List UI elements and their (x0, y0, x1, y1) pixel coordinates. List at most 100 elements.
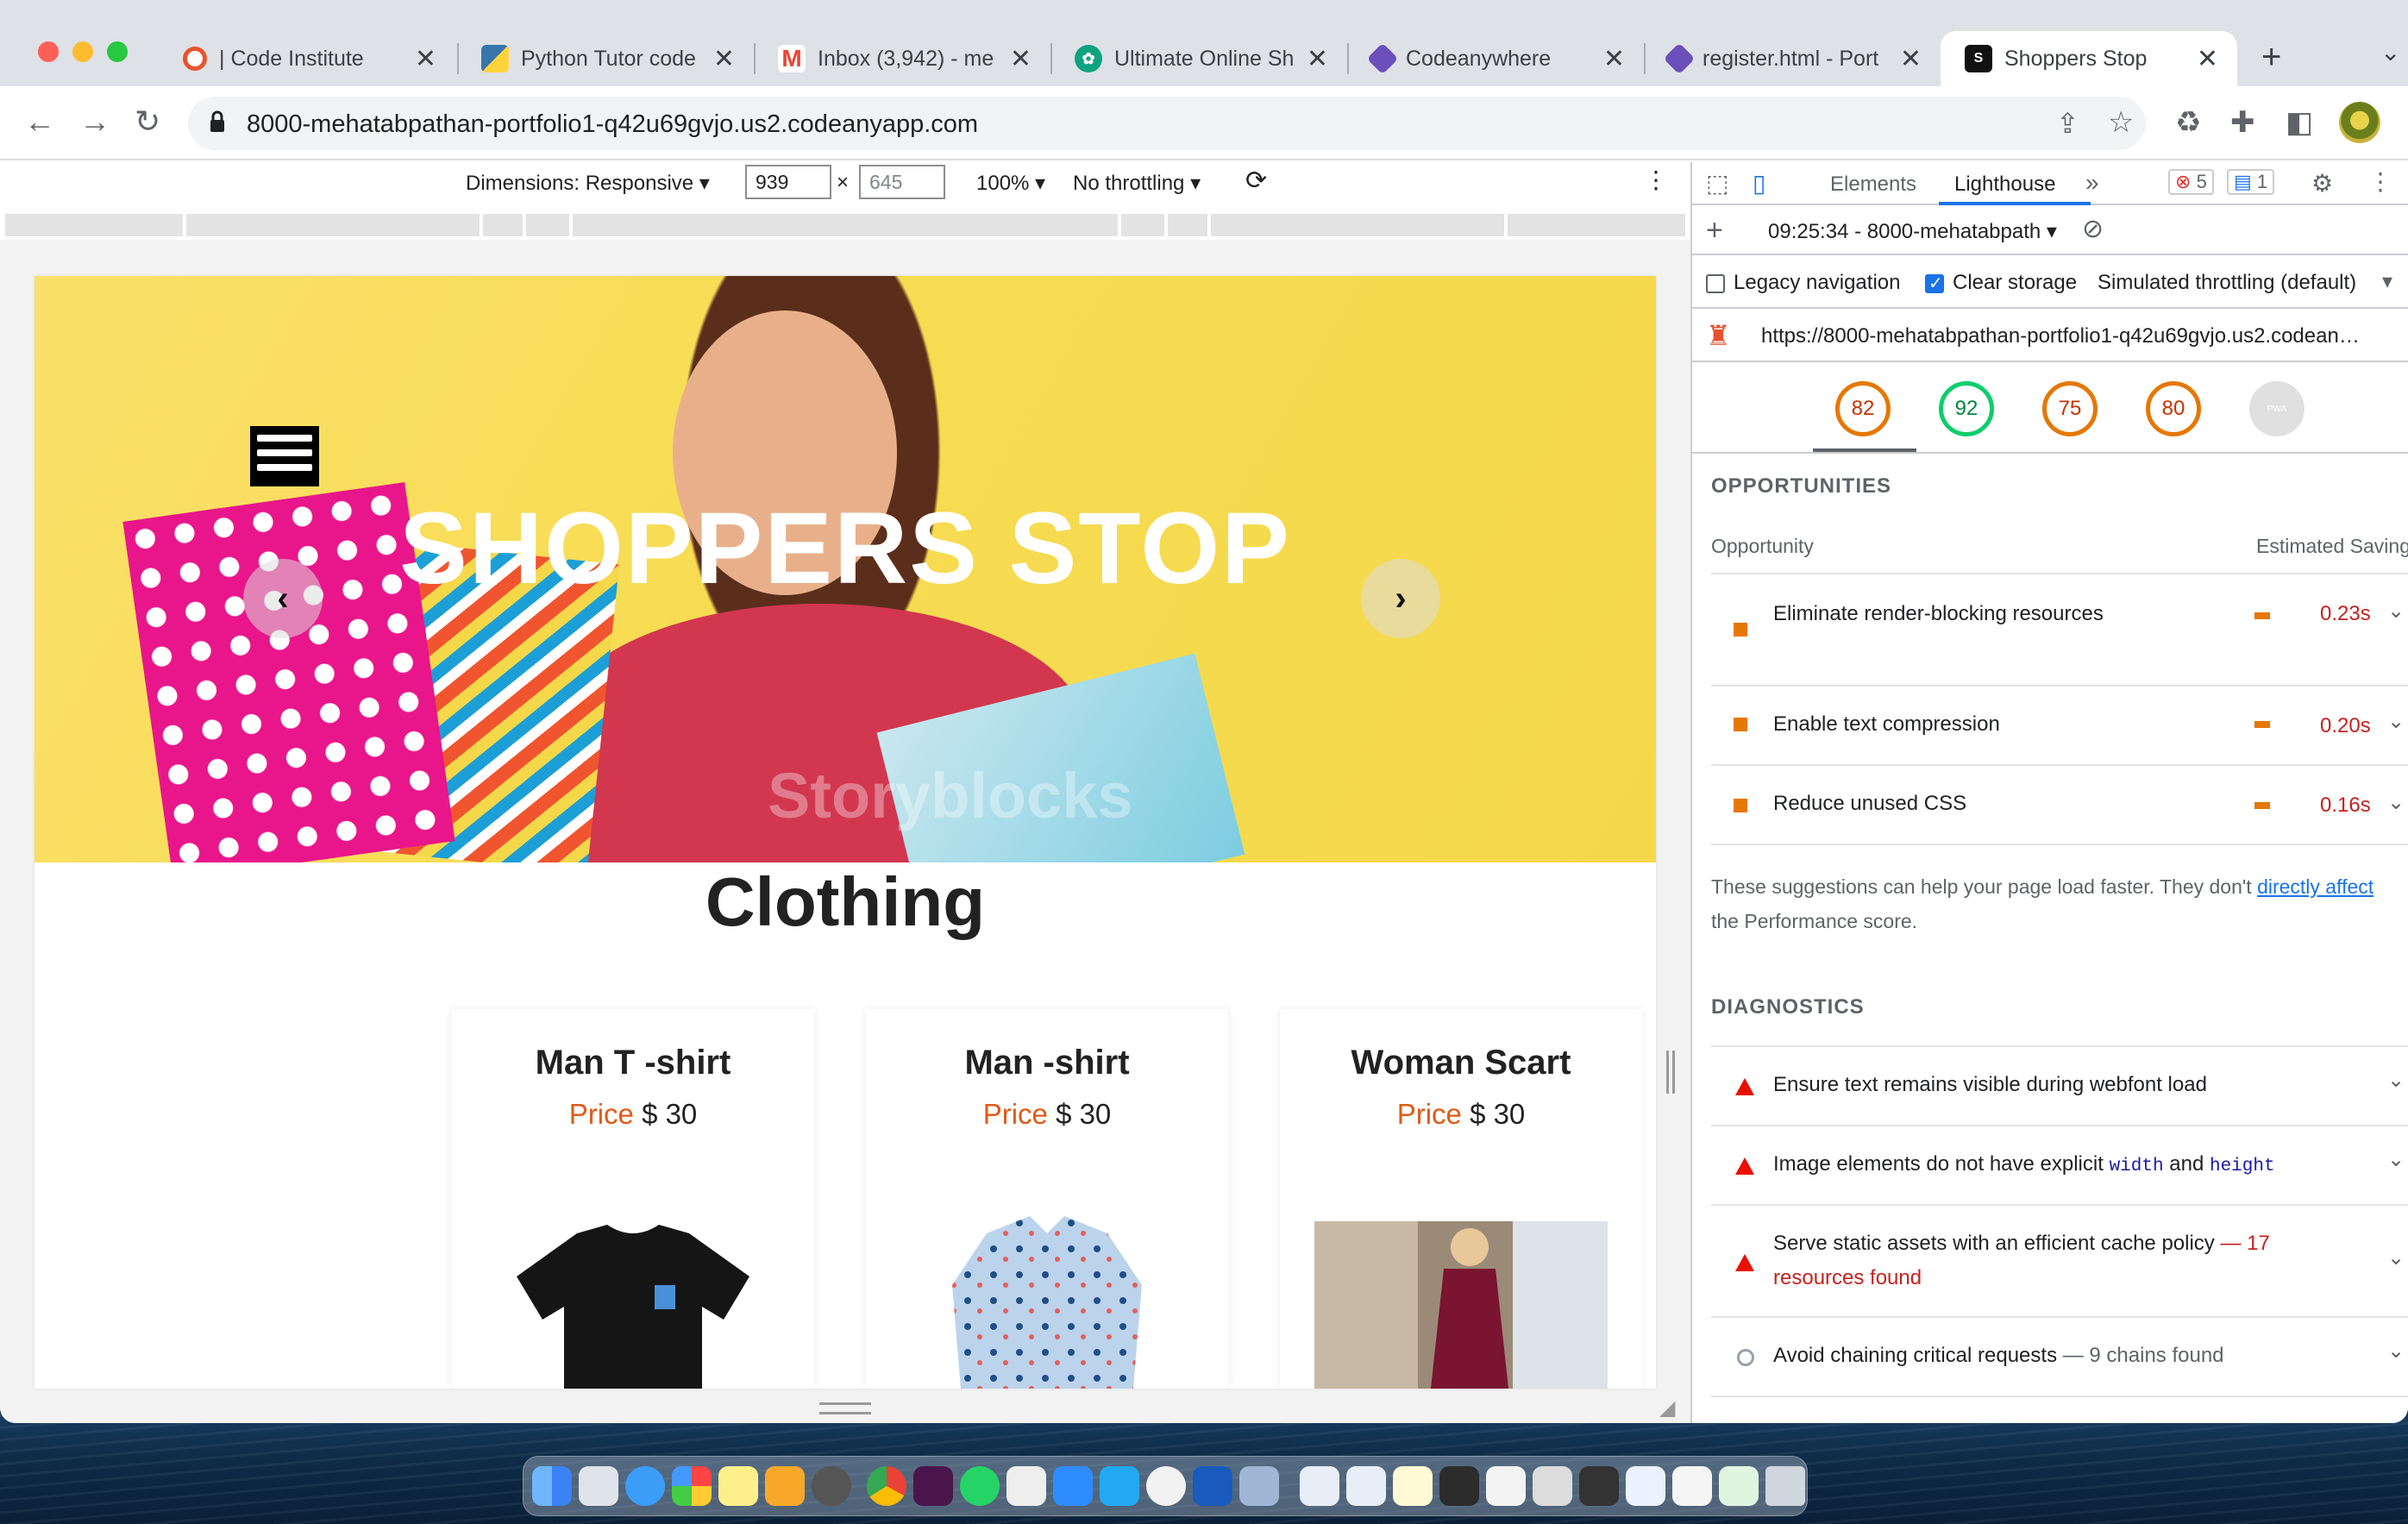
close-tab-icon[interactable]: ✕ (2197, 44, 2218, 74)
clear-storage-option[interactable]: Clear storage (1925, 271, 2077, 295)
directly-affect-link[interactable]: directly affect (2257, 875, 2374, 898)
forward-icon[interactable]: → (79, 103, 110, 140)
width-input[interactable]: 939 (745, 165, 831, 199)
document-thumbnail[interactable] (1439, 1466, 1479, 1506)
expand-chevron-icon[interactable]: ⌄ (2387, 790, 2405, 815)
launchpad-icon[interactable] (579, 1466, 618, 1506)
whatsapp-icon[interactable] (960, 1466, 1000, 1506)
close-tab-icon[interactable]: ✕ (1603, 44, 1625, 74)
resize-handle-right[interactable] (1666, 1050, 1675, 1094)
tab-register-html[interactable]: register.html - Port ✕ (1644, 31, 1941, 86)
product-card[interactable]: Woman Scart Price $ 30 (1280, 1009, 1642, 1389)
tab-lighthouse[interactable]: Lighthouse (1954, 172, 2055, 197)
expand-chevron-icon[interactable]: ⌄ (2387, 709, 2405, 734)
bookmark-star-icon[interactable]: ☆ (2108, 105, 2134, 140)
expand-chevron-icon[interactable]: ⌄ (2387, 1147, 2405, 1172)
document-thumbnail[interactable] (1300, 1466, 1339, 1506)
best-practices-gauge[interactable]: 75 (2042, 381, 2098, 436)
resize-handle-bottom[interactable] (819, 1402, 871, 1414)
finder-icon[interactable] (532, 1466, 572, 1506)
document-thumbnail[interactable] (1486, 1466, 1526, 1506)
tab-codeanywhere[interactable]: Codeanywhere ✕ (1347, 31, 1644, 86)
photos-icon[interactable] (672, 1466, 712, 1506)
notes-icon[interactable] (718, 1466, 758, 1506)
system-settings-icon[interactable] (812, 1466, 851, 1506)
tab-elements[interactable]: Elements (1830, 172, 1916, 197)
media-query-bar[interactable] (0, 209, 1690, 238)
document-thumbnail[interactable] (1626, 1466, 1665, 1506)
expand-chevron-icon[interactable]: ⌄ (2387, 1068, 2405, 1093)
expand-chevron-icon[interactable]: ⌄ (2387, 1339, 2405, 1364)
inspect-element-icon[interactable]: ⬚ (1706, 169, 1728, 198)
settings-gear-icon[interactable]: ⚙ (2311, 169, 2333, 198)
performance-gauge[interactable]: 82 (1835, 381, 1891, 436)
hamburger-menu-icon[interactable] (250, 426, 319, 486)
diagnostic-row[interactable]: Image elements do not have explicit widt… (1711, 1125, 2408, 1204)
tab-inbox[interactable]: M Inbox (3,942) - me ✕ (754, 31, 1050, 86)
trash-icon[interactable] (1765, 1466, 1805, 1506)
document-thumbnail[interactable] (1346, 1466, 1386, 1506)
expand-chevron-icon[interactable]: ⌄ (2387, 599, 2405, 624)
more-tabs-icon[interactable]: » (2085, 169, 2099, 197)
share-icon[interactable]: ⇪ (2056, 107, 2079, 140)
vscode-icon[interactable] (1100, 1466, 1139, 1506)
throttling-dropdown[interactable]: No throttling ▾ (1073, 171, 1201, 196)
word-icon[interactable] (1193, 1466, 1232, 1506)
chrome-icon[interactable] (867, 1466, 906, 1506)
error-badge[interactable]: ⊗ 5 (2168, 169, 2214, 195)
carousel-prev-button[interactable]: ‹ (243, 559, 323, 638)
document-thumbnail[interactable] (1719, 1466, 1759, 1506)
clear-storage-checkbox[interactable] (1925, 273, 1944, 294)
diagnostic-row[interactable]: Avoid chaining critical requests — 9 cha… (1711, 1316, 2408, 1397)
info-badge[interactable]: ▤ 1 (2227, 169, 2275, 195)
recycle-extension-icon[interactable]: ♻ (2175, 105, 2201, 140)
reload-icon[interactable]: ↻ (135, 103, 160, 140)
document-thumbnail[interactable] (1672, 1466, 1712, 1506)
close-tab-icon[interactable]: ✕ (1010, 44, 1032, 74)
diagnostic-row[interactable]: Ensure text remains visible during webfo… (1711, 1045, 2408, 1125)
new-report-icon[interactable]: + (1706, 214, 1723, 248)
carousel-next-button[interactable]: › (1361, 559, 1440, 638)
document-thumbnail[interactable] (1579, 1466, 1619, 1506)
dimensions-dropdown[interactable]: Dimensions: Responsive ▾ (466, 171, 710, 196)
product-card[interactable]: Man -shirt Price $ 30 (866, 1009, 1228, 1389)
devtools-menu-icon[interactable]: ⋮ (2368, 167, 2392, 196)
opportunity-row[interactable]: Reduce unused CSS 0.16s ⌄ (1711, 764, 2408, 845)
close-tab-icon[interactable]: ✕ (1307, 44, 1328, 74)
close-tab-icon[interactable]: ✕ (713, 44, 735, 74)
accessibility-gauge[interactable]: 92 (1939, 381, 1994, 436)
opportunity-row[interactable]: Eliminate render-blocking resources 0.23… (1711, 573, 2408, 685)
tab-python-tutor[interactable]: Python Tutor code ✕ (457, 31, 754, 86)
tab-shoppers-stop[interactable]: S Shoppers Stop ✕ (1941, 31, 2237, 86)
preview-icon[interactable] (1006, 1466, 1046, 1506)
tab-ultimate-online[interactable]: ✿ Ultimate Online Sh ✕ (1050, 31, 1347, 86)
report-url[interactable]: https://8000-mehatabpathan-portfolio1-q4… (1761, 324, 2360, 348)
back-icon[interactable]: ← (24, 103, 55, 140)
diagnostic-row[interactable]: Serve static assets with an efficient ca… (1711, 1204, 2408, 1316)
zoom-window-button[interactable] (107, 41, 128, 62)
legacy-navigation-option[interactable]: Legacy navigation (1706, 271, 1900, 295)
height-input[interactable]: 645 (859, 165, 945, 199)
settings-dropdown-icon[interactable]: ▾ (2382, 269, 2392, 294)
seo-gauge[interactable]: 80 (2146, 381, 2201, 436)
expand-chevron-icon[interactable]: ⌄ (2387, 1245, 2405, 1270)
rotate-icon[interactable]: ⟳ (1245, 166, 1267, 196)
zoom-icon[interactable] (1053, 1466, 1093, 1506)
close-window-button[interactable] (38, 41, 59, 62)
pages-icon[interactable] (765, 1466, 805, 1506)
product-card[interactable]: Man T -shirt Price $ 30 (452, 1009, 814, 1389)
document-thumbnail[interactable] (1533, 1466, 1572, 1506)
device-toggle-icon[interactable]: ▯ (1753, 169, 1765, 198)
profile-avatar[interactable] (2339, 102, 2380, 143)
close-tab-icon[interactable]: ✕ (1900, 44, 1922, 74)
screenshot-icon[interactable] (1239, 1466, 1279, 1506)
smile-app-icon[interactable] (1146, 1466, 1186, 1506)
resize-corner-icon[interactable]: ◢ (1659, 1395, 1675, 1421)
pwa-gauge[interactable]: PWA (2249, 381, 2305, 436)
extensions-puzzle-icon[interactable]: ✚ (2230, 105, 2255, 140)
opportunity-row[interactable]: Enable text compression 0.20s ⌄ (1711, 685, 2408, 764)
legacy-navigation-checkbox[interactable] (1706, 273, 1725, 293)
clear-reports-icon[interactable]: ⊘ (2082, 214, 2104, 244)
more-options-icon[interactable]: ⋮ (1644, 166, 1668, 194)
safari-icon[interactable] (625, 1466, 665, 1506)
